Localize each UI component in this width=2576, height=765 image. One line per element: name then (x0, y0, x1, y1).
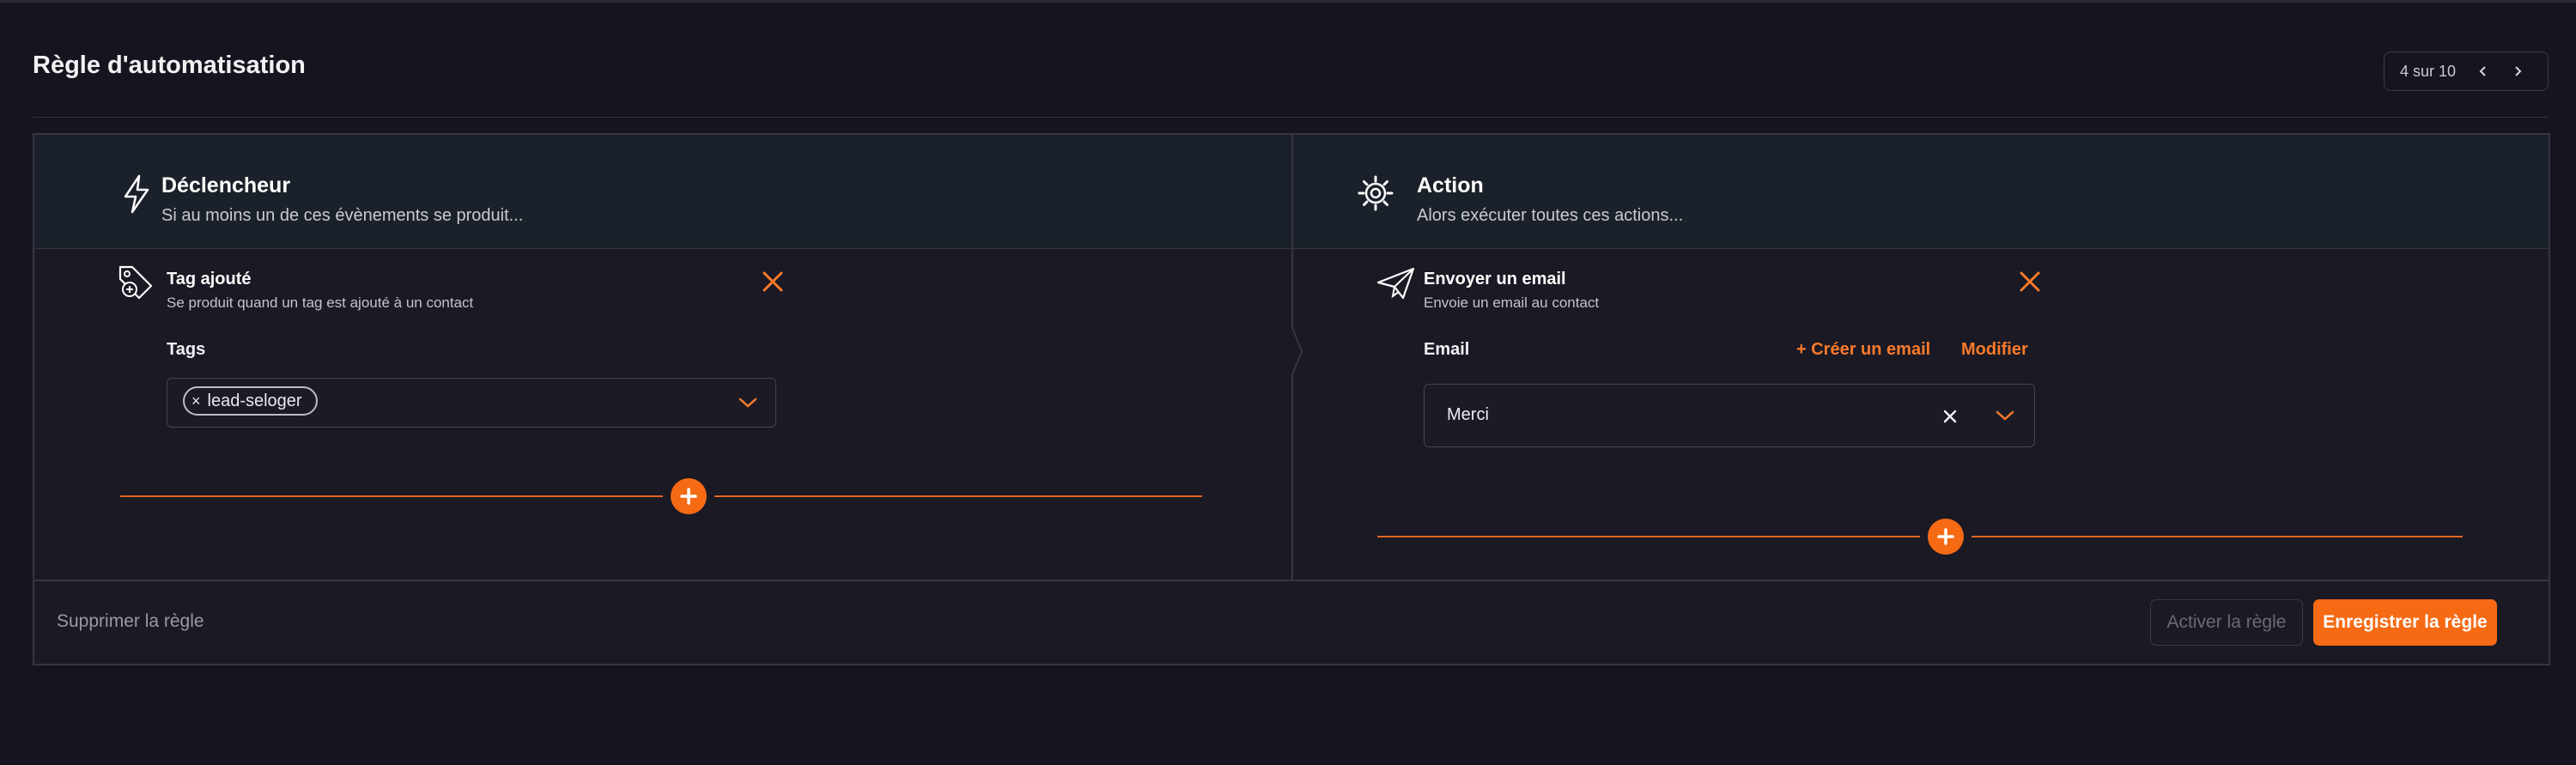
activate-rule-button[interactable]: Activer la règle (2150, 599, 2303, 646)
lightning-icon (124, 174, 149, 214)
edit-email-link[interactable]: Modifier (1961, 340, 2028, 360)
email-label: Email (1424, 340, 1470, 359)
add-trigger-button[interactable] (671, 478, 707, 514)
next-page-button[interactable] (2500, 52, 2535, 90)
plus-icon (1937, 528, 1954, 545)
email-select-value: Merci (1447, 405, 1489, 424)
delete-rule-link[interactable]: Supprimer la règle (57, 611, 204, 632)
remove-trigger-button[interactable] (761, 270, 785, 294)
rule-card: Déclencheur Si au moins un de ces évènem… (33, 133, 2550, 665)
action-subtitle: Alors exécuter toutes ces actions... (1417, 206, 1684, 225)
save-rule-button[interactable]: Enregistrer la règle (2313, 599, 2497, 646)
add-action-button[interactable] (1928, 519, 1964, 555)
chevron-right-icon (2515, 66, 2522, 76)
action-title: Action (1417, 173, 1484, 197)
tag-chip: × lead-seloger (183, 386, 318, 416)
chevron-left-icon (2479, 66, 2486, 76)
flow-arrow-icon (1291, 325, 1303, 377)
email-select[interactable]: Merci (1424, 384, 2035, 447)
tags-select[interactable]: × lead-seloger (167, 378, 776, 428)
trigger-connector-right (714, 495, 1202, 497)
title-divider (33, 117, 2549, 118)
page-title: Règle d'automatisation (33, 52, 306, 79)
plus-icon (680, 488, 697, 505)
action-item-title: Envoyer un email (1424, 270, 1566, 288)
chevron-down-icon[interactable] (738, 394, 758, 411)
trigger-subtitle: Si au moins un de ces évènements se prod… (161, 206, 524, 225)
remove-action-button[interactable] (2018, 270, 2042, 294)
trigger-title: Déclencheur (161, 173, 291, 197)
action-connector-right (1971, 536, 2463, 537)
action-connector-left (1377, 536, 1920, 537)
chevron-down-icon[interactable] (1995, 407, 2015, 424)
previous-page-button[interactable] (2466, 52, 2500, 90)
paper-plane-icon (1376, 267, 1415, 300)
trigger-item-subtitle: Se produit quand un tag est ajouté à un … (167, 294, 474, 311)
create-email-link[interactable]: + Créer un email (1796, 340, 1930, 360)
pagination: 4 sur 10 (2384, 52, 2549, 91)
clear-selection-button[interactable] (1943, 410, 1957, 423)
footer-divider (34, 580, 2549, 581)
action-item-subtitle: Envoie un email au contact (1424, 294, 1600, 311)
tags-icon (118, 265, 153, 300)
gear-icon (1358, 175, 1394, 211)
pagination-label: 4 sur 10 (2400, 62, 2457, 80)
trigger-item-title: Tag ajouté (167, 270, 252, 288)
tags-label: Tags (167, 340, 206, 359)
tag-chip-label: lead-seloger (207, 391, 302, 410)
trigger-connector-left (120, 495, 663, 497)
remove-tag-button[interactable]: × (191, 392, 201, 410)
top-border (0, 0, 2576, 3)
